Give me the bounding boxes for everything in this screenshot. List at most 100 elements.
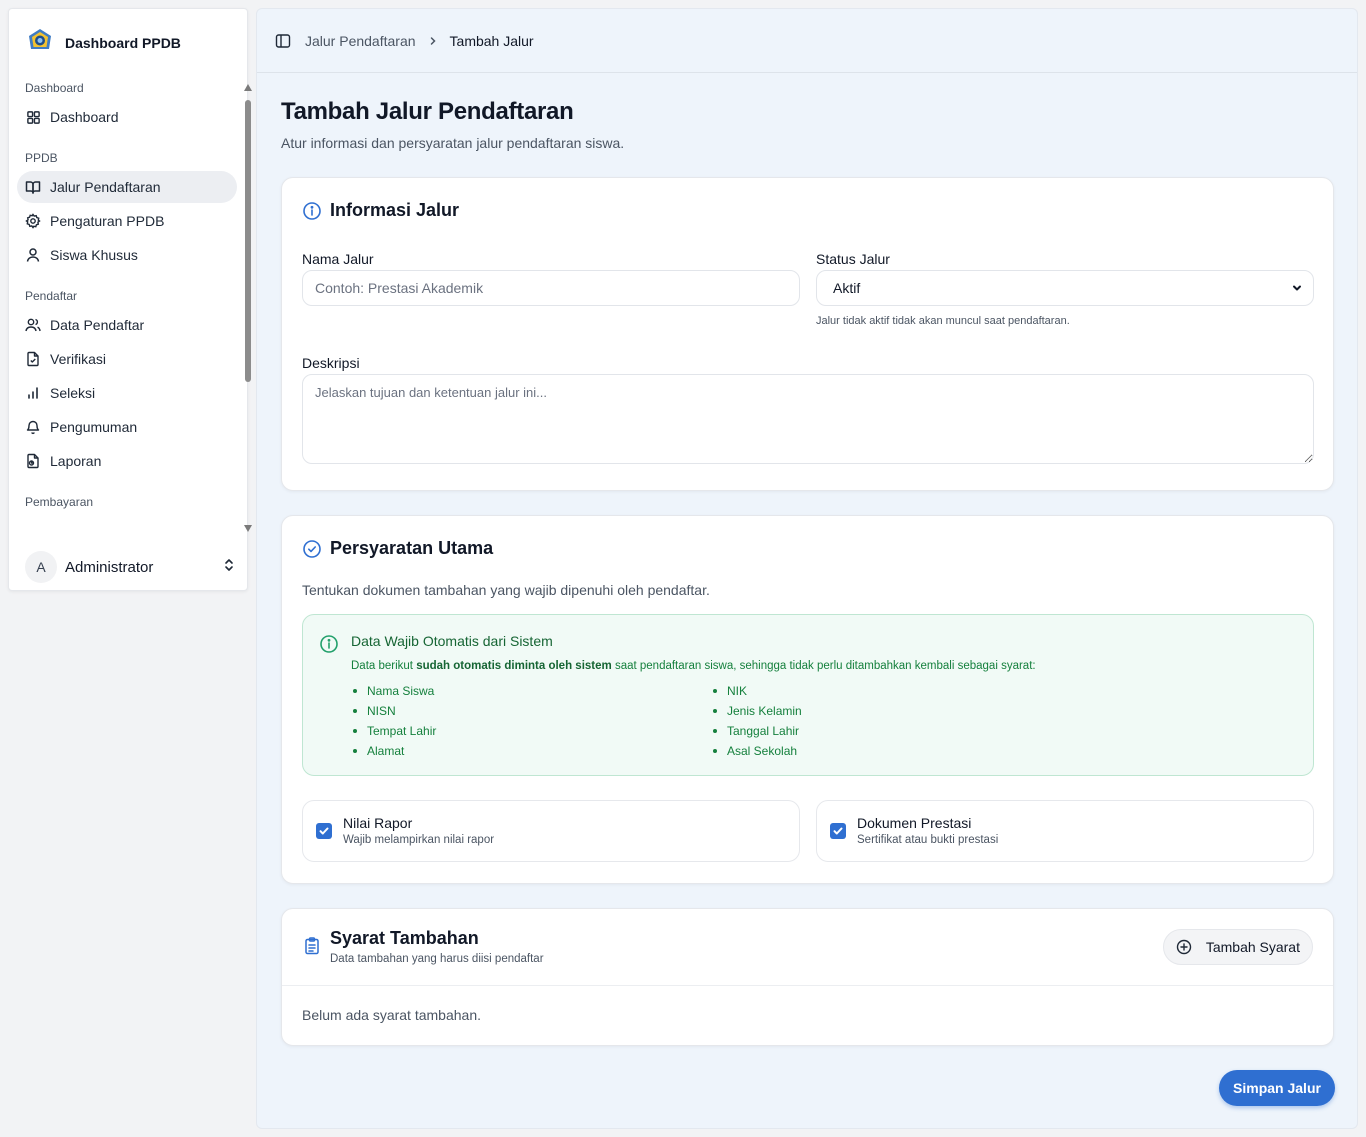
main-content: Jalur Pendaftaran Tambah Jalur Tambah Ja… [256,8,1358,1129]
chevron-down-icon [1291,282,1303,294]
sidebar-item-data-pendaftar[interactable]: Data Pendaftar [17,309,237,341]
list-item: Asal Sekolah [713,744,797,758]
book-open-icon [25,179,41,195]
sidebar-item-seleksi[interactable]: Seleksi [17,377,237,409]
list-item: Jenis Kelamin [713,704,802,718]
status-label: Status Jalur [816,251,890,267]
sidebar-item-label: Verifikasi [50,351,107,367]
brand[interactable]: Dashboard PPDB [27,27,181,58]
grid-icon [25,109,41,125]
checkbox-checked[interactable] [830,823,846,839]
description-label: Deskripsi [302,355,360,371]
list-item: NISN [353,704,396,718]
sidebar-item-label: Jalur Pendaftaran [50,179,161,195]
avatar: A [25,551,57,583]
sidebar-toggle-icon[interactable] [275,33,291,49]
bullet-icon [353,729,357,733]
sidebar-item-label: Seleksi [50,385,96,401]
gear-icon [25,213,41,229]
scroll-thumb[interactable] [245,100,251,382]
auto-data-text-bold: sudah otomatis diminta oleh sistem [416,660,612,672]
bullet-icon [713,689,717,693]
chevrons-up-down-icon [223,558,235,577]
sidebar-item-verifikasi[interactable]: Verifikasi [17,343,237,375]
brand-name: Dashboard PPDB [65,34,181,51]
requirement-dokumen-prestasi[interactable]: Dokumen Prestasi Sertifikat atau bukti p… [816,800,1314,862]
extra-card-subtitle: Data tambahan yang harus diisi pendaftar [330,953,544,965]
breadcrumb-jalur-pendaftaran[interactable]: Jalur Pendaftaran [305,33,416,49]
breadcrumb: Jalur Pendaftaran Tambah Jalur [305,33,534,49]
sidebar-item-label: Data Pendaftar [50,317,145,333]
info-card-title: Informasi Jalur [330,200,460,220]
topbar: Jalur Pendaftaran Tambah Jalur [257,9,1357,73]
plus-circle-icon [1176,939,1192,955]
requirement-title: Nilai Rapor [343,815,413,831]
bell-icon [25,419,41,435]
status-select[interactable]: Aktif [816,270,1314,306]
sidebar-item-label: Dashboard [50,109,119,125]
requirement-title: Dokumen Prestasi [857,815,972,831]
requirements-card-header: Persyaratan Utama [302,538,493,559]
sidebar-item-label: Pengumuman [50,419,138,435]
auto-data-text-end: saat pendaftaran siswa, sehingga tidak p… [611,660,1036,672]
scroll-up-icon[interactable] [244,84,252,91]
sidebar-item-pengumuman[interactable]: Pengumuman [17,411,237,443]
scroll-down-icon[interactable] [244,525,252,532]
auto-data-text: Data berikut sudah otomatis diminta oleh… [351,660,1036,672]
sidebar-scrollbar[interactable] [242,82,254,534]
bar-chart-icon [25,385,41,401]
nav-group-dashboard: Dashboard [25,81,84,95]
list-item-label: Asal Sekolah [727,744,798,758]
requirement-subtitle: Sertifikat atau bukti prestasi [857,834,999,846]
route-name-input[interactable] [302,270,800,306]
sidebar-item-label: Laporan [50,453,102,469]
extra-card-title: Syarat Tambahan [330,928,479,948]
file-report-icon [25,453,41,469]
sidebar-nav: Dashboard Dashboard PPDB Jalur Pendaftar… [17,75,237,533]
school-logo-icon [27,27,53,58]
requirement-nilai-rapor[interactable]: Nilai Rapor Wajib melampirkan nilai rapo… [302,800,800,862]
checkbox-checked[interactable] [316,823,332,839]
sidebar-item-dashboard[interactable]: Dashboard [17,101,237,133]
clipboard-list-icon [302,936,322,956]
sidebar-item-label: Pengaturan PPDB [50,213,165,229]
page-subtitle: Atur informasi dan persyaratan jalur pen… [281,135,625,151]
info-card: Informasi Jalur Nama Jalur Status Jalur … [281,177,1334,491]
sidebar-item-pengaturan-ppdb[interactable]: Pengaturan PPDB [17,205,237,237]
check-circle-icon [302,539,322,559]
chevron-right-icon [428,36,438,46]
info-icon [319,634,339,654]
bullet-icon [713,709,717,713]
add-requirement-button[interactable]: Tambah Syarat [1162,929,1313,965]
page-title: Tambah Jalur Pendaftaran [281,98,574,125]
description-textarea[interactable] [302,374,1314,464]
status-select-value: Aktif [833,280,861,296]
list-item-label: NISN [367,704,396,718]
bullet-icon [713,729,717,733]
file-check-icon [25,351,41,367]
list-item-label: Alamat [367,744,405,758]
sidebar: Dashboard PPDB Dashboard Dashboard PPDB … [8,8,252,591]
nav-group-pendaftar: Pendaftar [25,289,78,303]
sidebar-item-siswa-khusus[interactable]: Siswa Khusus [17,239,237,271]
bullet-icon [713,749,717,753]
list-item: Alamat [353,744,404,758]
user-menu[interactable]: A Administrator [25,543,245,591]
list-item-label: Tanggal Lahir [727,724,800,738]
list-item-label: Nama Siswa [367,684,435,698]
auto-data-title: Data Wajib Otomatis dari Sistem [351,633,553,649]
auto-data-box: Data Wajib Otomatis dari Sistem Data ber… [302,614,1314,776]
sidebar-item-laporan[interactable]: Laporan [17,445,237,477]
list-item: Nama Siswa [353,684,434,698]
info-card-header: Informasi Jalur [302,200,459,221]
nav-group-ppdb: PPDB [25,151,58,165]
save-button[interactable]: Simpan Jalur [1219,1070,1335,1106]
info-icon [302,201,322,221]
add-requirement-label: Tambah Syarat [1205,939,1300,955]
breadcrumb-current: Tambah Jalur [449,32,534,49]
extra-requirements-card: Syarat Tambahan Data tambahan yang harus… [281,908,1334,1046]
list-item: Tanggal Lahir [713,724,799,738]
sidebar-item-jalur-pendaftaran[interactable]: Jalur Pendaftaran [17,171,237,203]
bullet-icon [353,709,357,713]
bullet-icon [353,689,357,693]
